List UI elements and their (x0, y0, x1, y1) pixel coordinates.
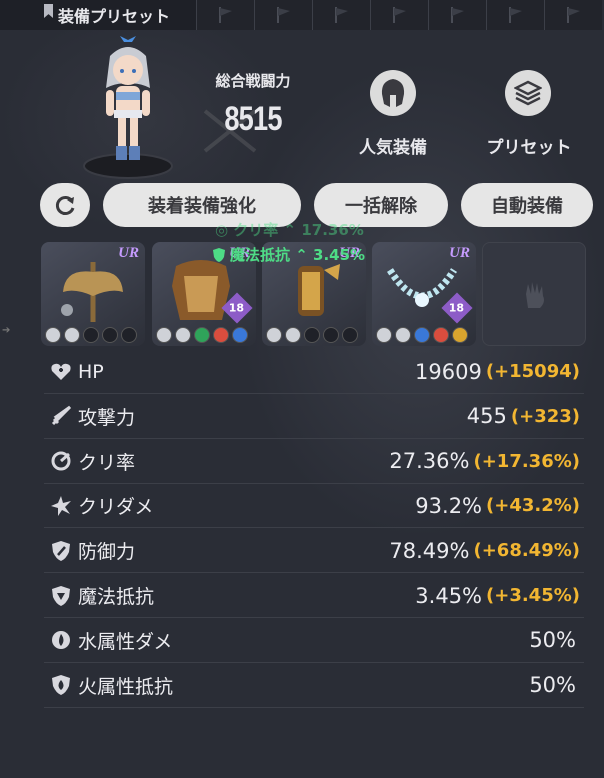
preset-tab-4[interactable] (312, 0, 370, 30)
layers-icon (514, 80, 542, 106)
stat-value: 50% (529, 628, 576, 653)
stat-label: 攻撃力 (78, 406, 136, 429)
total-power-label: 総合戦闘力 (215, 72, 291, 90)
stat-label: クリ率 (78, 451, 136, 474)
magic-shield-icon (213, 247, 225, 262)
floating-stat-tip-text: 魔法抵抗 ⌃ 3.45% (230, 246, 366, 264)
stat-bonus: (+17.36%) (473, 450, 580, 472)
preset-tab-3[interactable] (254, 0, 312, 30)
stat-row: 魔法抵抗 3.45% (+3.45%) (44, 574, 584, 618)
bookmark-icon (44, 4, 53, 18)
stat-row: 水属性ダメ 50% (44, 619, 584, 663)
glove-slot-icon (526, 282, 544, 308)
preset-tab-2[interactable] (196, 0, 254, 30)
armor-icon (172, 260, 230, 320)
stat-label: HP (78, 360, 104, 383)
stat-value: 93.2% (415, 493, 483, 518)
preset-tab-bar: 装備プリセット (0, 0, 604, 30)
stat-label: クリダメ (78, 496, 154, 519)
stat-row: クリ率 27.36% (+17.36%) (44, 440, 584, 484)
gear-options (266, 327, 358, 343)
preset-tab-5[interactable] (370, 0, 428, 30)
refresh-button[interactable] (40, 183, 90, 227)
stat-label: 水属性ダメ (78, 630, 173, 653)
flag-icon (392, 7, 406, 23)
floating-stat-tip-faded: ◎ クリ率 ⌃ 17.36% (215, 221, 364, 239)
preset-tab-6[interactable] (428, 0, 486, 30)
tab-title: 装備プリセット (58, 7, 171, 26)
stat-row: HP 19609 (+15094) (44, 350, 584, 394)
auto-equip-button[interactable]: 自動装備 (461, 183, 593, 227)
gear-options (45, 327, 137, 343)
stat-value: 455 (466, 404, 507, 429)
flag-icon (218, 7, 232, 23)
stat-value: 3.45% (415, 583, 483, 608)
stat-bonus: (+43.2%) (486, 495, 580, 517)
gear-options (376, 327, 468, 343)
gear-options (156, 327, 248, 343)
sword-icon (50, 405, 72, 427)
tab-equipment-preset[interactable]: 装備プリセット (0, 0, 196, 30)
stat-value: 19609 (415, 359, 482, 384)
water-icon (50, 629, 72, 651)
stat-value: 78.49% (389, 538, 470, 563)
stat-row: 防御力 78.49% (+68.49%) (44, 529, 584, 574)
stat-value: 27.36% (389, 449, 470, 474)
stat-label: 火属性抵抗 (78, 675, 174, 698)
helmet-icon (381, 79, 405, 107)
magic-shield-icon (50, 585, 72, 607)
stat-bonus: (+68.49%) (473, 540, 580, 562)
gear-slot-necklace[interactable]: UR 18 (372, 242, 476, 346)
preset-button[interactable] (505, 70, 551, 116)
stat-bonus: (+3.45%) (486, 585, 580, 606)
gear-slot-empty[interactable] (482, 242, 586, 346)
heart-plus-icon (50, 361, 72, 383)
stat-row: 攻撃力 455 (+323) (44, 395, 584, 439)
refresh-icon (55, 196, 75, 215)
stat-label: 防御力 (78, 541, 136, 564)
stat-row: 火属性抵抗 50% (44, 664, 584, 708)
flag-icon (450, 7, 464, 23)
axe-icon (61, 262, 123, 322)
stat-row: クリダメ 93.2% (+43.2%) (44, 484, 584, 529)
flag-icon (566, 7, 580, 23)
popular-gear-label: 人気装備 (359, 138, 427, 158)
crit-rate-icon (50, 450, 72, 472)
stat-bonus: (+323) (510, 405, 580, 427)
shield-icon (50, 540, 72, 562)
fire-shield-icon (50, 674, 72, 696)
preset-tab-8[interactable] (544, 0, 602, 30)
preset-tab-7[interactable] (486, 0, 544, 30)
gauntlet-icon (298, 264, 340, 316)
popular-gear-button[interactable] (370, 70, 416, 116)
flag-icon (276, 7, 290, 23)
floating-stat-tip: 魔法抵抗 ⌃ 3.45% (212, 244, 365, 265)
gear-slot-weapon[interactable]: UR (41, 242, 145, 346)
stat-label: 魔法抵抗 (78, 586, 155, 608)
character-avatar[interactable] (78, 34, 178, 182)
flag-icon (508, 7, 522, 23)
preset-label: プリセット (486, 138, 572, 158)
side-arrow-icon: ➔ (2, 325, 11, 336)
flag-icon (334, 7, 348, 23)
crit-damage-icon (50, 495, 72, 517)
stat-value: 50% (529, 673, 576, 698)
total-power-value: 8515 (224, 100, 282, 138)
stat-bonus: (+15094) (485, 361, 580, 382)
